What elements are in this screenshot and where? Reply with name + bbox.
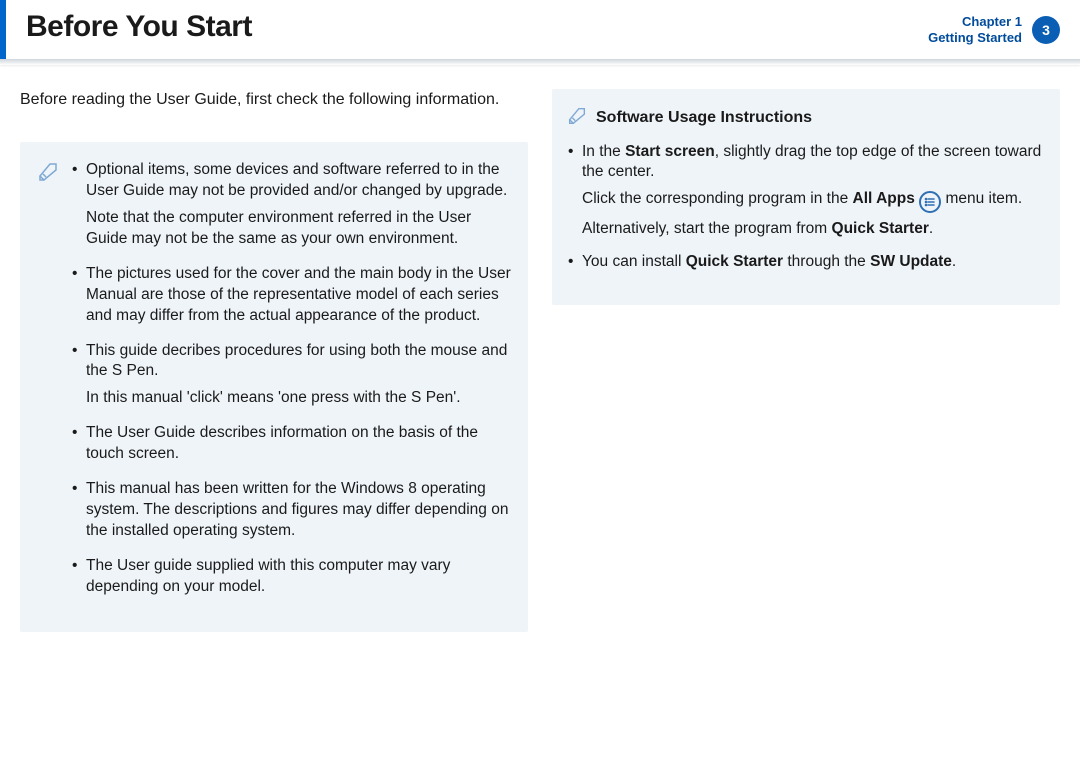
list-item: This manual has been written for the Win…	[70, 479, 512, 542]
right-box-title: Software Usage Instructions	[596, 109, 812, 127]
right-note-box: Software Usage Instructions In the Start…	[552, 89, 1060, 306]
chapter-line-2: Getting Started	[928, 30, 1022, 46]
left-note-box: Optional items, some devices and softwar…	[20, 142, 528, 632]
list-item: This guide decribes procedures for using…	[70, 341, 512, 410]
list-item: You can install Quick Starter through th…	[566, 252, 1042, 273]
bullet-text: This guide decribes procedures for using…	[86, 342, 507, 380]
list-item: In the Start screen, slightly drag the t…	[566, 142, 1042, 241]
page-root: Before You Start Chapter 1 Getting Start…	[0, 0, 1080, 766]
bullet-text: The pictures used for the cover and the …	[86, 265, 511, 324]
page-title: Before You Start	[26, 10, 252, 44]
list-item: The User Guide describes information on …	[70, 423, 512, 465]
bold-text: Quick Starter	[686, 253, 783, 270]
page-header: Before You Start Chapter 1 Getting Start…	[0, 0, 1080, 59]
right-column: Software Usage Instructions In the Start…	[552, 89, 1060, 632]
chapter-label: Chapter 1 Getting Started	[928, 14, 1022, 47]
chapter-block: Chapter 1 Getting Started 3	[928, 14, 1060, 47]
note-icon	[36, 160, 60, 612]
bold-text: All Apps	[853, 190, 915, 207]
note-icon	[566, 105, 588, 132]
bold-text: Start screen	[625, 143, 715, 160]
bullet-text: The User Guide describes information on …	[86, 424, 478, 462]
text-segment: .	[929, 220, 933, 237]
text-segment: In the	[582, 143, 625, 160]
text-segment: through the	[783, 253, 870, 270]
all-apps-icon	[919, 191, 941, 213]
intro-text: Before reading the User Guide, first che…	[20, 89, 528, 111]
body-columns: Before reading the User Guide, first che…	[0, 65, 1080, 656]
text-segment: You can install	[582, 253, 686, 270]
list-item: The pictures used for the cover and the …	[70, 264, 512, 327]
sub-line: Click the corresponding program in the A…	[582, 189, 1042, 213]
bullet-text: This manual has been written for the Win…	[86, 480, 508, 539]
bullet-subtext: Note that the computer environment refer…	[86, 208, 512, 250]
text-segment: .	[952, 253, 956, 270]
chapter-line-1: Chapter 1	[928, 14, 1022, 30]
text-segment: Alternatively, start the program from	[582, 220, 832, 237]
text-segment: menu item.	[945, 190, 1022, 207]
bullet-text: The User guide supplied with this comput…	[86, 557, 450, 595]
bold-text: SW Update	[870, 253, 952, 270]
page-number-badge: 3	[1032, 16, 1060, 44]
right-box-title-row: Software Usage Instructions	[566, 105, 1042, 132]
text-segment: Click the corresponding program in the	[582, 190, 853, 207]
bullet-subtext: In this manual 'click' means 'one press …	[86, 388, 512, 409]
left-bullet-list: Optional items, some devices and softwar…	[70, 160, 512, 612]
list-item: The User guide supplied with this comput…	[70, 556, 512, 598]
bullet-text: Optional items, some devices and softwar…	[86, 161, 507, 199]
sub-line: Alternatively, start the program from Qu…	[582, 219, 1042, 240]
right-bullet-list: In the Start screen, slightly drag the t…	[566, 142, 1042, 274]
left-column: Before reading the User Guide, first che…	[20, 89, 528, 632]
list-item: Optional items, some devices and softwar…	[70, 160, 512, 250]
bold-text: Quick Starter	[832, 220, 929, 237]
